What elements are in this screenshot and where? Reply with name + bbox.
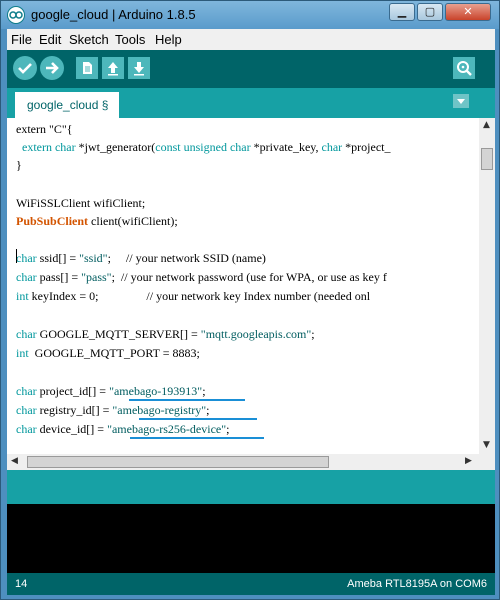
tab-google-cloud[interactable]: google_cloud § <box>15 92 119 118</box>
code-string: "amebago-193913" <box>109 384 203 398</box>
open-icon[interactable] <box>102 57 124 79</box>
code-keyword: unsigned <box>183 140 227 154</box>
tab-menu-dropdown[interactable] <box>453 94 469 108</box>
code-line: extern char *jwt_generator(const unsigne… <box>16 140 390 155</box>
maximize-button[interactable]: ▢ <box>417 3 443 21</box>
save-icon[interactable] <box>128 57 150 79</box>
code-text: GOOGLE_MQTT_SERVER[] = <box>36 327 201 341</box>
code-type: char <box>16 384 37 398</box>
scroll-up-icon[interactable]: ▲ <box>483 120 490 130</box>
code-type: char <box>16 251 37 265</box>
code-text: *project_ <box>342 140 391 154</box>
menu-edit[interactable]: Edit <box>39 32 61 47</box>
menu-file[interactable]: File <box>11 32 32 47</box>
close-button[interactable]: ✕ <box>445 3 491 21</box>
code-class: PubSubClient <box>16 214 89 228</box>
scroll-right-icon[interactable]: ▶ <box>465 456 472 466</box>
code-text: ; <box>226 422 230 436</box>
menu-help[interactable]: Help <box>155 32 182 47</box>
arduino-logo-icon <box>7 6 25 24</box>
code-line: char GOOGLE_MQTT_SERVER[] = "mqtt.google… <box>16 327 315 342</box>
vertical-scroll-thumb[interactable] <box>481 148 493 170</box>
text-cursor <box>16 249 17 263</box>
code-string: "amebago-rs256-device" <box>107 422 227 436</box>
menu-bar: File Edit Sketch Tools Help <box>7 29 495 50</box>
menu-tools[interactable]: Tools <box>115 32 145 47</box>
menu-sketch[interactable]: Sketch <box>69 32 109 47</box>
arduino-window: google_cloud | Arduino 1.8.5 ▁ ▢ ✕ File … <box>0 0 500 600</box>
code-text: WiFiSSLClient wifiClient; <box>16 196 146 210</box>
verify-icon[interactable] <box>13 56 37 80</box>
code-type: char <box>16 270 37 284</box>
message-area <box>7 470 495 504</box>
scroll-left-icon[interactable]: ◀ <box>11 456 18 466</box>
board-port-label: Ameba RTL8195A on COM6 <box>347 578 487 590</box>
code-text: pass[] = <box>36 270 82 284</box>
chevron-down-icon <box>457 99 465 104</box>
code-text: } <box>16 158 22 172</box>
highlight-underline-project-id <box>129 399 245 401</box>
code-text: extern "C"{ <box>16 122 73 136</box>
code-text: ; <box>206 403 210 417</box>
code-line: } <box>16 158 22 173</box>
code-text: device_id[] = <box>36 422 108 436</box>
minimize-button[interactable]: ▁ <box>389 3 415 21</box>
code-text: *private_key, <box>250 140 322 154</box>
code-type: char <box>321 140 343 154</box>
code-text: registry_id[] = <box>36 403 113 417</box>
code-line: char device_id[] = "amebago-rs256-device… <box>16 422 230 437</box>
vertical-scrollbar[interactable]: ▲ ▼ <box>479 118 495 454</box>
window-title: google_cloud | Arduino 1.8.5 <box>31 7 196 22</box>
code-line: char pass[] = "pass"; // your network pa… <box>16 270 387 285</box>
code-type: char <box>16 422 37 436</box>
code-line: int GOOGLE_MQTT_PORT = 8883; <box>16 346 200 361</box>
code-line: char ssid[] = "ssid"; // your network SS… <box>16 251 266 266</box>
serial-monitor-icon[interactable] <box>453 57 475 79</box>
code-line: char project_id[] = "amebago-193913"; <box>16 384 206 399</box>
code-editor[interactable]: extern "C"{ extern char *jwt_generator(c… <box>7 118 479 454</box>
code-string: "pass" <box>81 270 112 284</box>
code-string: "amebago-registry" <box>112 403 207 417</box>
code-text: ; // your network SSID (name) <box>107 251 266 265</box>
tab-label: google_cloud § <box>27 98 109 112</box>
code-line: PubSubClient client(wifiClient); <box>16 214 178 229</box>
console-output[interactable] <box>7 504 495 573</box>
title-bar[interactable]: google_cloud | Arduino 1.8.5 ▁ ▢ ✕ <box>1 1 499 29</box>
code-type: int <box>16 289 29 303</box>
new-icon[interactable] <box>76 57 98 79</box>
code-string: "mqtt.googleapis.com" <box>200 327 312 341</box>
code-text: GOOGLE_MQTT_PORT = 8883; <box>28 346 200 360</box>
code-type: char <box>16 403 37 417</box>
toolbar <box>7 50 495 88</box>
line-number: 14 <box>15 578 28 590</box>
code-text: ; <box>311 327 315 341</box>
code-text: *jwt_generator( <box>75 140 156 154</box>
status-footer: 14 Ameba RTL8195A on COM6 <box>7 573 495 595</box>
code-text: keyIndex = 0; // your network key Index … <box>28 289 371 303</box>
code-text: ; <box>202 384 206 398</box>
code-keyword: const <box>155 140 181 154</box>
code-text: ssid[] = <box>36 251 80 265</box>
horizontal-scroll-thumb[interactable] <box>27 456 329 468</box>
code-type: char <box>16 327 37 341</box>
tab-bar: google_cloud § <box>7 88 495 118</box>
code-keyword: extern <box>22 140 52 154</box>
highlight-underline-registry-id <box>139 418 257 420</box>
highlight-underline-device-id <box>130 437 264 439</box>
scroll-down-icon[interactable]: ▼ <box>483 440 490 450</box>
code-text: client(wifiClient); <box>88 214 178 228</box>
code-text: project_id[] = <box>36 384 110 398</box>
code-line: char registry_id[] = "amebago-registry"; <box>16 403 210 418</box>
horizontal-scrollbar[interactable]: ◀ ▶ <box>7 454 479 470</box>
code-type: int <box>16 346 29 360</box>
code-type: char <box>54 140 76 154</box>
scroll-corner <box>479 454 495 470</box>
code-line: WiFiSSLClient wifiClient; <box>16 196 145 211</box>
code-text: ; // your network password (use for WPA,… <box>111 270 387 284</box>
upload-icon[interactable] <box>40 56 64 80</box>
code-type: char <box>229 140 251 154</box>
code-string: "ssid" <box>79 251 108 265</box>
code-line: int keyIndex = 0; // your network key In… <box>16 289 370 304</box>
code-line: extern "C"{ <box>16 122 73 137</box>
